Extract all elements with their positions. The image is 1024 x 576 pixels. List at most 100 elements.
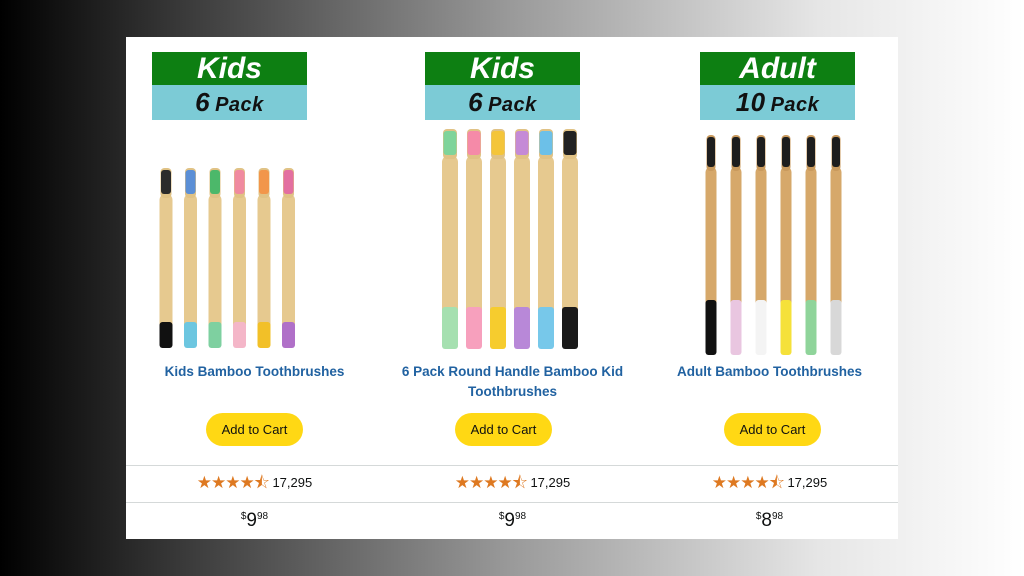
product-card-1: Kids 6 Pack Kids Bamboo Toothbrushes Add… [126, 37, 383, 539]
add-to-cart-button[interactable]: Add to Cart [724, 413, 821, 446]
badge-audience: Kids [425, 52, 580, 85]
price-fraction: 98 [772, 511, 784, 522]
price-fraction: 98 [257, 511, 269, 522]
bamboo-handle [282, 194, 295, 344]
bamboo-handle [208, 194, 222, 344]
handle-tip [755, 300, 767, 355]
product-title-link[interactable]: Adult Bamboo Toothbrushes [641, 362, 898, 382]
bristles [467, 131, 481, 155]
add-to-cart-button[interactable]: Add to Cart [206, 413, 303, 446]
handle-tip [562, 307, 578, 349]
badge-audience: Kids [152, 52, 307, 85]
star-rating-icon: ★★★★⯪ [196, 473, 270, 492]
toothbrush [159, 168, 173, 348]
rating-row[interactable]: ★★★★⯪ 17,295 [641, 473, 898, 493]
product-card-3: Adult 10 Pack Adult Bamboo Toothbrushes … [641, 37, 898, 539]
price-fraction: 98 [515, 511, 527, 522]
product-image[interactable] [384, 123, 641, 353]
bamboo-handle [233, 194, 246, 344]
bristles [443, 131, 457, 155]
rating-row[interactable]: ★★★★⯪ 17,295 [126, 473, 383, 493]
toothbrush [282, 168, 295, 348]
handle-tip [538, 307, 554, 349]
handle-tip [466, 307, 482, 349]
toothbrush [514, 129, 530, 349]
handle-tip [233, 322, 246, 348]
bristles [539, 131, 553, 155]
price-whole: 8 [761, 510, 772, 531]
divider [126, 502, 898, 503]
toothbrush [830, 135, 842, 355]
star-rating-icon: ★★★★⯪ [454, 473, 528, 492]
rating-row[interactable]: ★★★★⯪ 17,295 [384, 473, 641, 493]
toothbrush [538, 129, 554, 349]
bristles [807, 137, 815, 167]
badge-unit: Pack [488, 94, 537, 116]
review-count: 17,295 [787, 475, 828, 490]
bamboo-handle [257, 194, 271, 344]
toothbrush [755, 135, 767, 355]
badge-pack-count: 6 Pack [425, 85, 580, 120]
toothbrush [257, 168, 271, 348]
product-title-link[interactable]: 6 Pack Round Handle Bamboo Kid Toothbrus… [384, 362, 641, 402]
toothbrush-set-illustration [159, 168, 295, 348]
pack-badge: Adult 10 Pack [700, 52, 855, 120]
handle-tip [514, 307, 530, 349]
handle-tip [705, 300, 717, 355]
bristles [782, 137, 790, 167]
product-comparison-panel: Kids 6 Pack Kids Bamboo Toothbrushes Add… [126, 37, 898, 539]
price: $998 [126, 510, 383, 532]
handle-tip [830, 300, 842, 355]
price: $898 [641, 510, 898, 532]
bristles [832, 137, 840, 167]
product-image[interactable] [641, 129, 898, 359]
handle-tip [805, 300, 817, 355]
toothbrush-set-illustration [442, 129, 578, 349]
toothbrush [208, 168, 222, 348]
handle-tip [442, 307, 458, 349]
star-rating-icon: ★★★★⯪ [711, 473, 785, 492]
toothbrush [730, 135, 742, 355]
toothbrush-set-illustration [705, 135, 842, 355]
toothbrush [805, 135, 817, 355]
bristles [563, 131, 577, 155]
price: $998 [384, 510, 641, 532]
bamboo-handle [159, 194, 173, 344]
toothbrush [490, 129, 506, 349]
bamboo-handle [184, 194, 197, 344]
bristles [491, 131, 505, 155]
bristles [234, 170, 245, 194]
price-whole: 9 [504, 510, 515, 531]
toothbrush [233, 168, 246, 348]
toothbrush [442, 129, 458, 349]
price-whole: 9 [246, 510, 257, 531]
toothbrush [466, 129, 482, 349]
bristles [185, 170, 196, 194]
product-title-link[interactable]: Kids Bamboo Toothbrushes [126, 362, 383, 382]
handle-tip [490, 307, 506, 349]
add-to-cart-button[interactable]: Add to Cart [455, 413, 552, 446]
toothbrush [562, 129, 578, 349]
divider [126, 465, 898, 466]
bristles [210, 170, 220, 194]
bristles [515, 131, 529, 155]
review-count: 17,295 [530, 475, 571, 490]
toothbrush [184, 168, 197, 348]
bristles [161, 170, 171, 194]
pack-badge: Kids 6 Pack [152, 52, 307, 120]
badge-audience: Adult [700, 52, 855, 85]
badge-count: 6 [195, 87, 211, 117]
badge-count: 10 [735, 87, 766, 117]
product-image[interactable] [126, 162, 383, 352]
badge-count: 6 [468, 87, 484, 117]
handle-tip [282, 322, 295, 348]
bristles [757, 137, 765, 167]
badge-unit: Pack [215, 94, 264, 116]
handle-tip [730, 300, 742, 355]
toothbrush [705, 135, 717, 355]
review-count: 17,295 [272, 475, 313, 490]
handle-tip [780, 300, 792, 355]
bristles [283, 170, 294, 194]
pack-badge: Kids 6 Pack [425, 52, 580, 120]
toothbrush [780, 135, 792, 355]
